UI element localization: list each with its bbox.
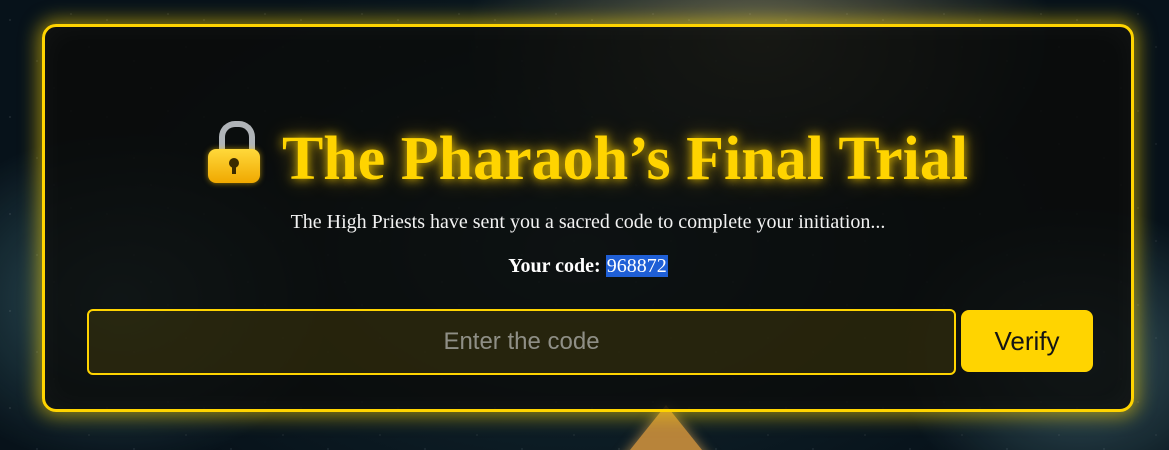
page-title-text: The Pharaoh’s Final Trial	[281, 125, 969, 193]
page-title: The Pharaoh’s Final Trial	[45, 119, 1131, 194]
description-text: The High Priests have sent you a sacred …	[290, 211, 886, 233]
code-input[interactable]	[87, 309, 956, 375]
verify-button[interactable]: Verify	[961, 310, 1093, 372]
code-line: Your code: 968872	[45, 253, 1131, 279]
lock-icon	[207, 119, 260, 183]
code-value[interactable]: 968872	[605, 255, 668, 277]
code-label: Your code:	[508, 255, 601, 277]
